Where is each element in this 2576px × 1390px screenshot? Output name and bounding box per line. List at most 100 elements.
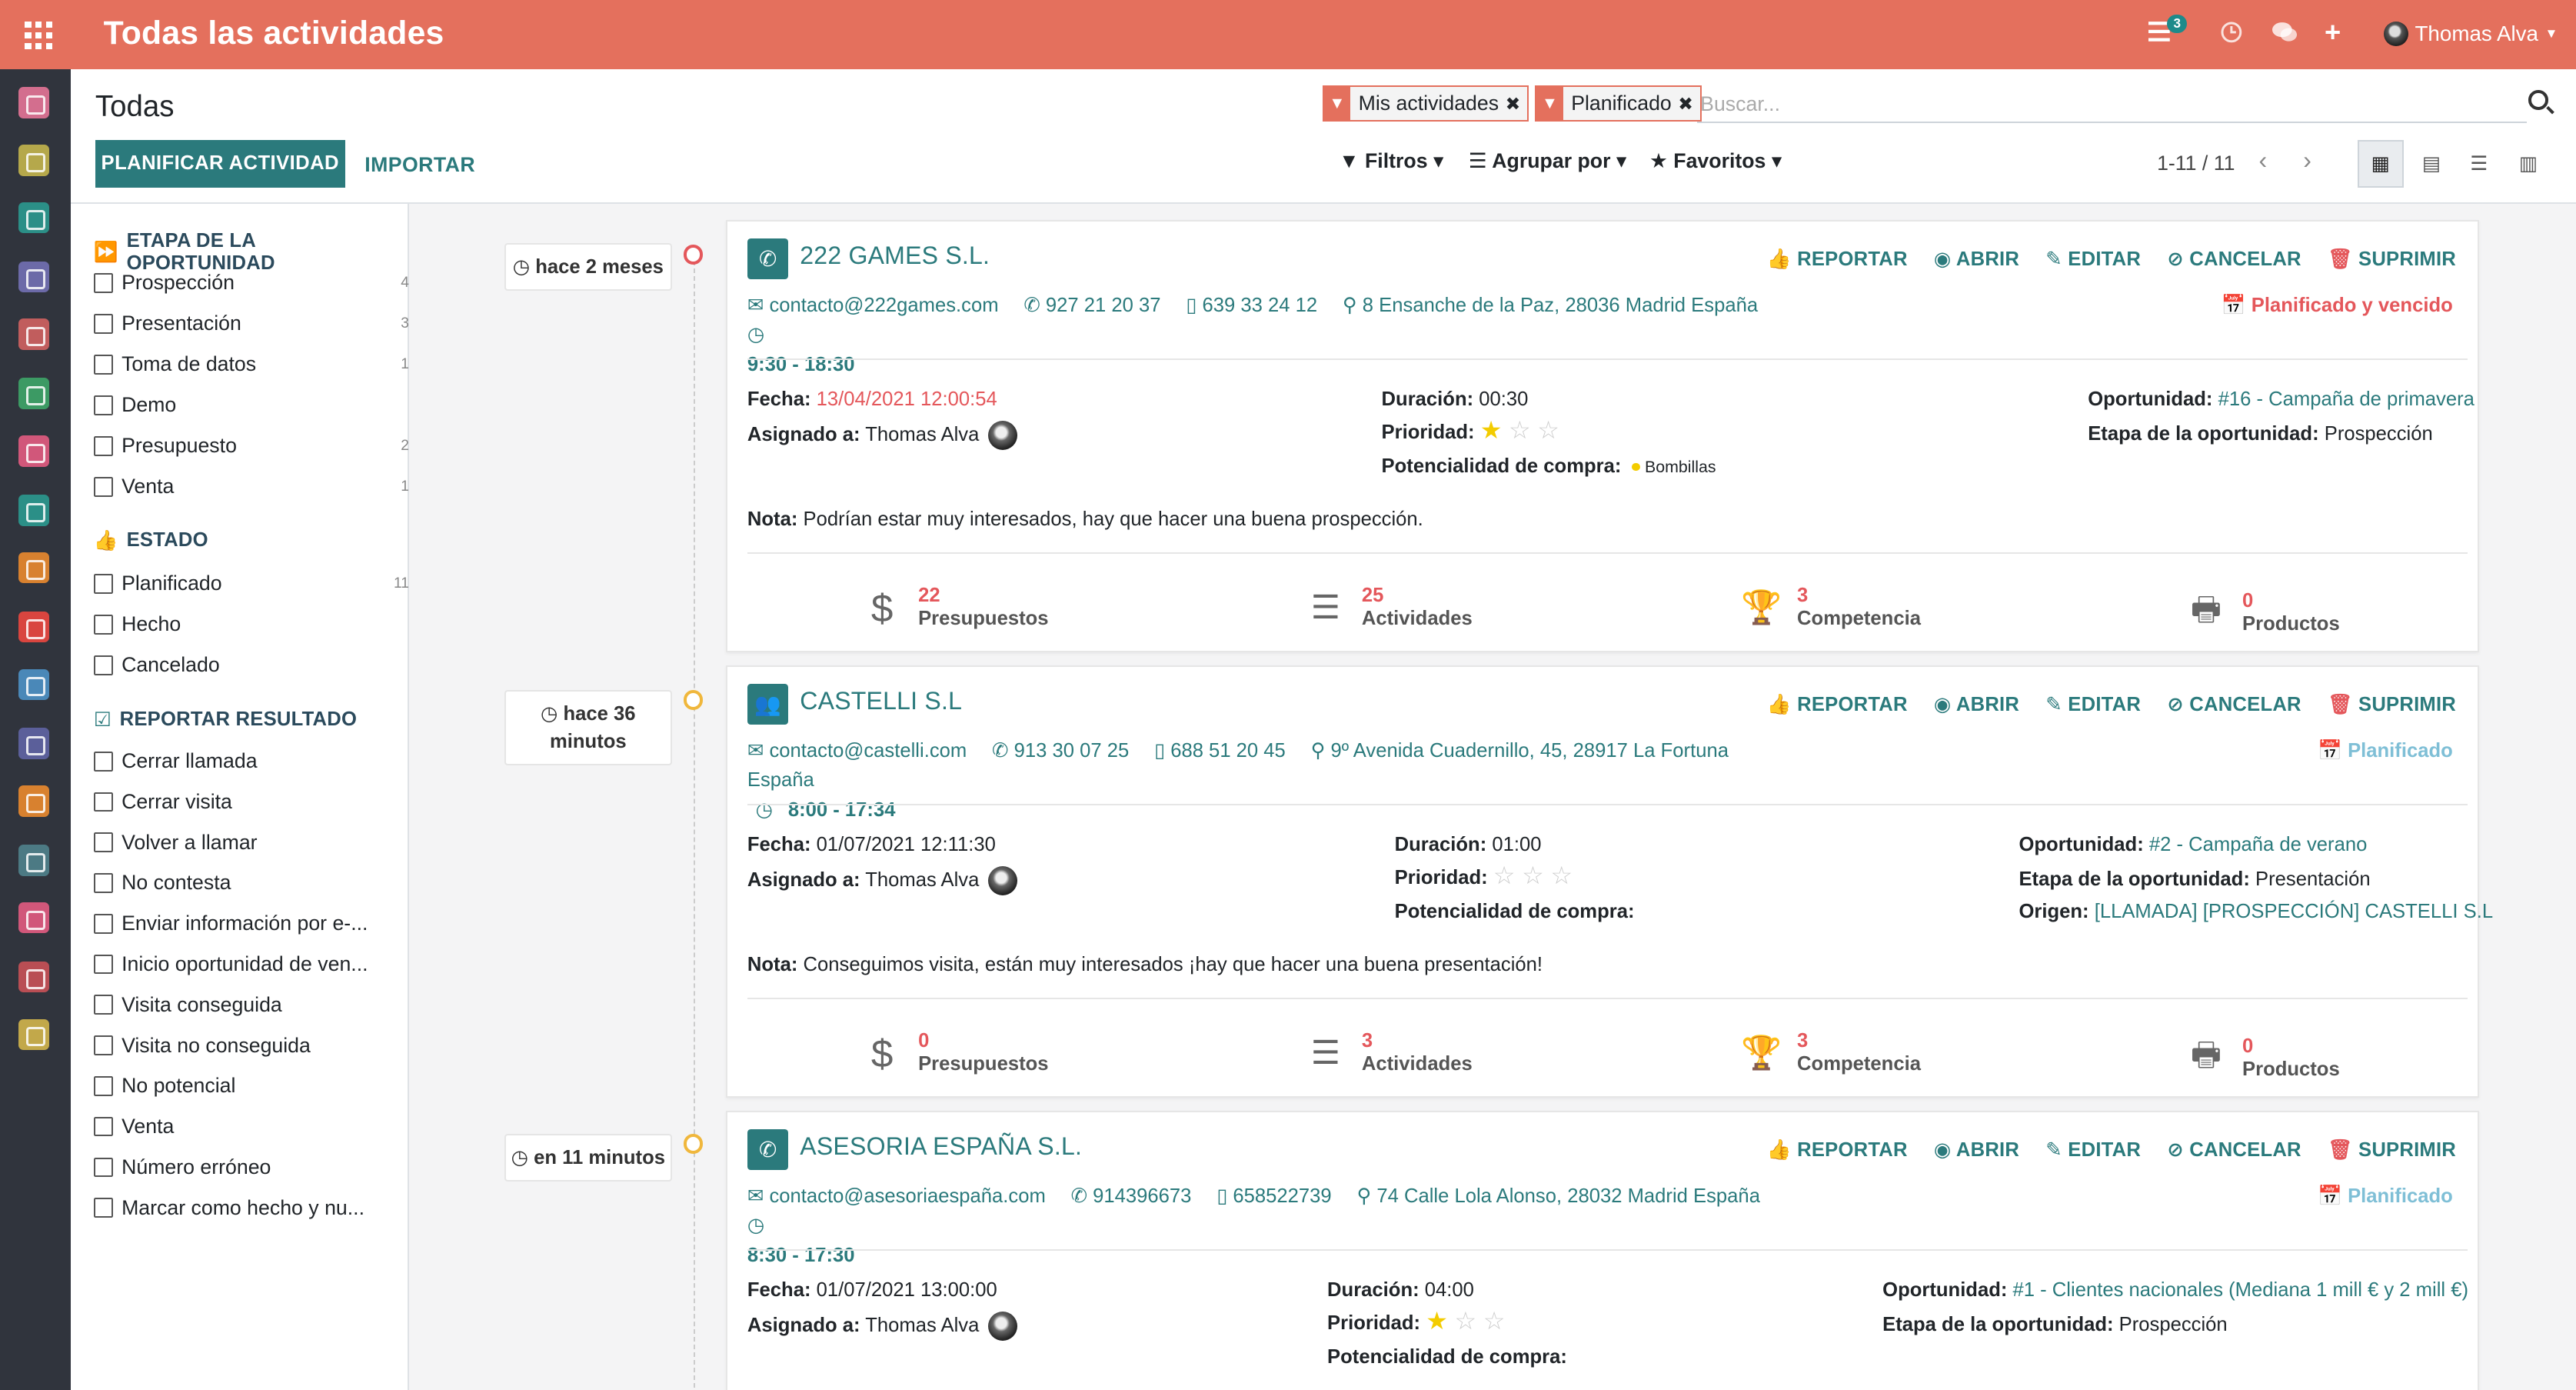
plan-activity-button[interactable]: PLANIFICAR ACTIVIDAD — [95, 139, 345, 188]
filter-checkbox-row[interactable]: Demo — [93, 393, 390, 417]
filter-checkbox-row[interactable]: Venta 1 — [93, 475, 409, 498]
kanban-view-icon[interactable]: ▦ — [2357, 139, 2404, 188]
filter-checkbox-row[interactable]: Cerrar visita — [93, 790, 390, 814]
checkbox[interactable] — [93, 355, 114, 375]
pager-previous-icon[interactable]: ‹ — [2259, 146, 2268, 175]
checkbox[interactable] — [93, 1076, 114, 1096]
filter-checkbox-row[interactable]: Hecho — [93, 612, 390, 636]
delete-button[interactable]: 🗑 SUPRIMIR — [2328, 248, 2456, 271]
filter-checkbox-row[interactable]: No contesta — [93, 871, 390, 895]
filter-checkbox-row[interactable]: Presupuesto 2 — [93, 434, 409, 458]
filter-checkbox-row[interactable]: No potencial — [93, 1074, 390, 1098]
list-app-icon[interactable] — [18, 611, 50, 643]
partner-name[interactable]: ASESORIA ESPAÑA S.L. — [800, 1132, 1082, 1161]
delete-button[interactable]: 🗑 SUPRIMIR — [2328, 693, 2456, 716]
pager-value[interactable]: 1-11 / 11 — [2157, 152, 2235, 175]
star-icon[interactable]: ★ — [1480, 416, 1509, 444]
dashboard-app-icon[interactable] — [18, 902, 50, 934]
opportunity-link[interactable]: #16 - Campaña de primavera — [2218, 388, 2474, 410]
facet-planned[interactable]: ▼ Planificado ✖ — [1535, 85, 1702, 122]
calendar-view-icon[interactable]: ▤ — [2408, 140, 2455, 188]
report-button[interactable]: 👍 REPORTAR — [1767, 693, 1908, 716]
user-menu[interactable]: Thomas Alva ▼ — [2383, 21, 2558, 46]
email-link[interactable]: ✉ contacto@castelli.com — [747, 740, 977, 762]
cancel-button[interactable]: ⊘ CANCELAR — [2167, 693, 2301, 716]
phone-link[interactable]: ✆ 914396673 — [1071, 1185, 1202, 1207]
network-app-icon[interactable] — [18, 728, 50, 759]
checkbox[interactable] — [93, 1035, 114, 1055]
email-link[interactable]: ✉ contacto@asesoriaespaña.com — [747, 1185, 1056, 1207]
opportunity-link[interactable]: #2 - Campaña de verano — [2149, 834, 2367, 855]
filter-checkbox-row[interactable]: Número erróneo — [93, 1155, 390, 1179]
address-link[interactable]: ⚲ 8 Ensanche de la Paz, 28036 Madrid Esp… — [1343, 295, 1768, 316]
checkbox[interactable] — [93, 1116, 114, 1137]
filters-dropdown[interactable]: ▼ Filtros ▾ — [1339, 149, 1443, 173]
checkbox[interactable] — [93, 1198, 114, 1218]
partner-name[interactable]: 222 GAMES S.L. — [800, 242, 990, 270]
competition-stat[interactable]: 🏆 3 Competencia — [1741, 1030, 1921, 1076]
filter-checkbox-row[interactable]: Cancelado — [93, 653, 390, 677]
checkbox[interactable] — [93, 615, 114, 635]
chat-icon[interactable] — [2271, 22, 2297, 48]
reporting-app-icon[interactable] — [18, 552, 50, 584]
checkbox[interactable] — [93, 954, 114, 975]
phone-link[interactable]: ✆ 927 21 20 37 — [1023, 295, 1170, 316]
remove-facet-icon[interactable]: ✖ — [1506, 93, 1527, 115]
discuss-app-icon[interactable] — [18, 87, 50, 118]
favorites-dropdown[interactable]: ★ Favoritos ▾ — [1649, 149, 1782, 173]
filter-checkbox-row[interactable]: Inicio oportunidad de ven... — [93, 952, 390, 976]
list-view-icon[interactable]: ☰ — [2456, 140, 2502, 188]
activity-card[interactable]: ✆ 222 GAMES S.L. 👍 REPORTAR ◉ ABRIR ✎ ED… — [726, 220, 2479, 653]
star-icon[interactable]: ★ — [1426, 1307, 1454, 1335]
filter-checkbox-row[interactable]: Presentación 3 — [93, 312, 409, 335]
pager-next-icon[interactable]: › — [2303, 146, 2311, 175]
edit-button[interactable]: ✎ EDITAR — [2045, 693, 2141, 716]
cancel-button[interactable]: ⊘ CANCELAR — [2167, 1138, 2301, 1162]
star-icon[interactable]: ☆ — [1483, 1307, 1512, 1335]
invoice-app-icon[interactable] — [18, 785, 50, 817]
filter-checkbox-row[interactable]: Toma de datos 1 — [93, 352, 409, 376]
star-icon[interactable]: ☆ — [1537, 416, 1566, 444]
partner-name[interactable]: CASTELLI S.L — [800, 687, 962, 715]
checkbox[interactable] — [93, 314, 114, 334]
open-button[interactable]: ◉ ABRIR — [1934, 248, 2019, 271]
checkbox[interactable] — [93, 395, 114, 415]
group-by-dropdown[interactable]: ☰ Agrupar por ▾ — [1469, 149, 1626, 173]
mobile-link[interactable]: ▯ 639 33 24 12 — [1186, 295, 1327, 316]
team-app-icon[interactable] — [18, 435, 50, 467]
clock-icon[interactable] — [2221, 22, 2242, 48]
general-settings-icon[interactable] — [18, 1018, 50, 1051]
opportunity-link[interactable]: #1 - Clientes nacionales (Mediana 1 mill… — [2013, 1279, 2468, 1301]
quotes-stat[interactable]: $0 Presupuestos — [862, 1030, 1049, 1076]
address-link[interactable]: ⚲ 74 Calle Lola Alonso, 28032 Madrid Esp… — [1356, 1185, 1769, 1207]
checkbox[interactable] — [93, 1157, 114, 1178]
phone-link[interactable]: ✆ 913 30 07 25 — [992, 740, 1139, 762]
cancel-button[interactable]: ⊘ CANCELAR — [2167, 248, 2301, 271]
checkbox[interactable] — [93, 873, 114, 893]
checkbox[interactable] — [93, 477, 114, 497]
checkbox[interactable] — [93, 792, 114, 812]
checkbox[interactable] — [93, 751, 114, 772]
activities-stat[interactable]: ☰ 3 Actividades — [1306, 1030, 1473, 1076]
search-icon[interactable] — [2528, 90, 2548, 111]
activity-card[interactable]: ✆ ASESORIA ESPAÑA S.L. 👍 REPORTAR ◉ ABRI… — [726, 1111, 2479, 1390]
apps-store-icon[interactable] — [18, 961, 50, 993]
products-stat[interactable]: 🖶 0 Productos — [2186, 585, 2340, 641]
filter-checkbox-row[interactable]: Enviar información por e-... — [93, 912, 390, 935]
report-button[interactable]: 👍 REPORTAR — [1767, 1138, 1908, 1162]
apps-menu-icon[interactable] — [25, 21, 53, 50]
filter-checkbox-row[interactable]: Prospección 4 — [93, 271, 409, 295]
delete-button[interactable]: 🗑 SUPRIMIR — [2328, 1138, 2456, 1162]
checkbox[interactable] — [93, 273, 114, 293]
filter-checkbox-row[interactable]: Visita conseguida — [93, 993, 390, 1017]
facet-my-activities[interactable]: ▼ Mis actividades ✖ — [1322, 85, 1529, 122]
star-icon[interactable]: ☆ — [1522, 862, 1550, 889]
open-button[interactable]: ◉ ABRIR — [1934, 693, 2019, 716]
plus-icon[interactable]: + — [2325, 16, 2341, 48]
star-icon[interactable]: ☆ — [1550, 862, 1579, 889]
products-stat[interactable]: 🖶 0 Productos — [2186, 1030, 2340, 1086]
filter-checkbox-row[interactable]: Planificado 11 — [93, 572, 409, 595]
activities-stat[interactable]: ☰ 25 Actividades — [1306, 585, 1473, 631]
edit-button[interactable]: ✎ EDITAR — [2045, 1138, 2141, 1162]
calendar-app-icon[interactable] — [18, 144, 50, 176]
